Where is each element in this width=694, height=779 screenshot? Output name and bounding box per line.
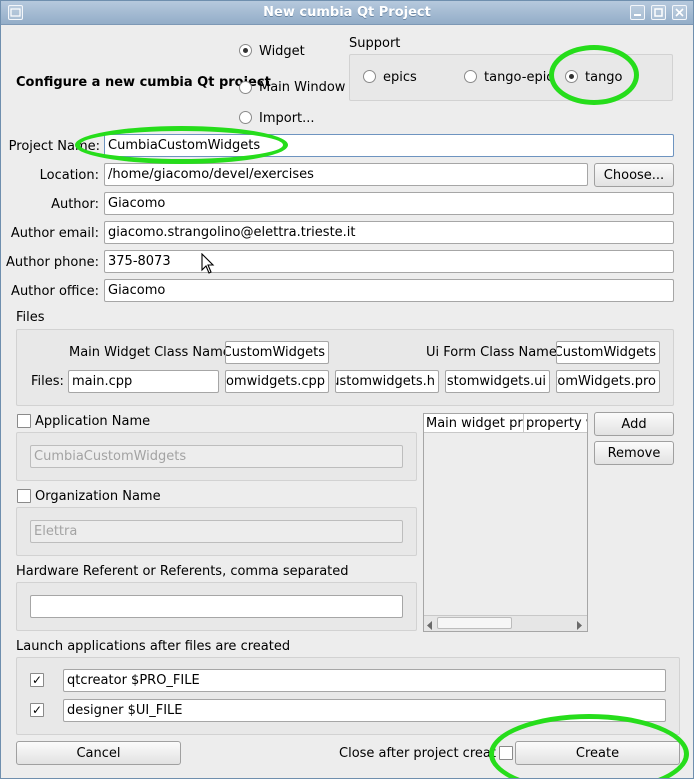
title-bar[interactable]: New cumbia Qt Project	[1, 1, 693, 25]
application-name-checkbox[interactable]	[17, 414, 31, 428]
launch-qtcreator-checkbox[interactable]: ✓	[30, 673, 44, 687]
annotation-ring-tango	[549, 45, 639, 105]
location-input[interactable]: /home/giacomo/devel/exercises	[104, 163, 588, 186]
file-cpp-input[interactable]: cumbiacustomwidgets.cpp	[225, 370, 329, 393]
author-phone-label: Author phone:	[6, 255, 99, 270]
import-radio-label[interactable]: Import...	[259, 111, 315, 126]
main-window-radio[interactable]	[239, 81, 252, 94]
scroll-left-icon[interactable]	[426, 619, 433, 634]
ui-form-class-label: Ui Form Class Name:	[426, 345, 562, 360]
hardware-input[interactable]	[30, 595, 403, 618]
choose-button[interactable]: Choose...	[594, 163, 674, 187]
main-widget-class-label: Main Widget Class Name:	[69, 345, 236, 360]
mouse-cursor-icon	[201, 252, 215, 279]
maximize-icon[interactable]	[651, 5, 666, 20]
table-header-property[interactable]: Main widget prop	[424, 414, 524, 433]
minimize-icon[interactable]	[630, 5, 645, 20]
widget-radio[interactable]	[239, 44, 252, 57]
close-icon[interactable]	[672, 5, 687, 20]
cancel-button[interactable]: Cancel	[16, 741, 181, 765]
author-phone-input[interactable]: 375-8073	[104, 250, 674, 273]
organization-name-input[interactable]: Elettra	[30, 520, 403, 543]
application-name-label[interactable]: Application Name	[35, 414, 150, 429]
widget-radio-label[interactable]: Widget	[259, 44, 305, 59]
scrollbar-thumb[interactable]	[437, 617, 512, 629]
support-title: Support	[349, 36, 401, 51]
window-title: New cumbia Qt Project	[263, 5, 431, 20]
author-office-label: Author office:	[11, 284, 99, 299]
ui-form-class-input[interactable]: CumbiaCustomWidgets	[556, 341, 660, 364]
epics-radio[interactable]	[363, 70, 376, 83]
tango-epics-radio-label[interactable]: tango-epics	[484, 70, 550, 85]
epics-radio-label[interactable]: epics	[383, 70, 417, 85]
file-h-input[interactable]: cumbiacustomwidgets.h	[335, 370, 439, 393]
author-email-input[interactable]: giacomo.strangolino@elettra.trieste.it	[104, 221, 674, 244]
main-window-radio-label[interactable]: Main Window	[259, 80, 345, 95]
author-label: Author:	[51, 197, 99, 212]
file-ui-input[interactable]: cumbiacustomwidgets.ui	[445, 370, 550, 393]
author-office-input[interactable]: Giacomo	[104, 279, 674, 302]
launch-designer-checkbox[interactable]: ✓	[30, 703, 44, 717]
tango-epics-radio[interactable]	[464, 70, 477, 83]
properties-table[interactable]: Main widget prop property va	[423, 413, 588, 632]
file-pro-input[interactable]: CumbiaCustomWidgets.pro	[556, 370, 660, 393]
application-name-input[interactable]: CumbiaCustomWidgets	[30, 445, 403, 468]
files-title: Files	[16, 310, 45, 325]
add-button[interactable]: Add	[594, 412, 674, 436]
main-widget-class-input[interactable]: CumbiaCustomWidgets	[225, 341, 329, 364]
author-input[interactable]: Giacomo	[104, 192, 674, 215]
files-label: Files:	[31, 374, 64, 389]
close-after-label[interactable]: Close after project creation	[339, 746, 496, 761]
launch-title: Launch applications after files are crea…	[16, 639, 291, 654]
remove-button[interactable]: Remove	[594, 441, 674, 465]
hardware-label: Hardware Referent or Referents, comma se…	[16, 564, 349, 579]
dialog-window: New cumbia Qt Project Configure a new cu…	[0, 0, 694, 779]
annotation-ring-project-name	[75, 126, 288, 164]
scroll-right-icon[interactable]	[576, 619, 583, 634]
author-email-label: Author email:	[10, 226, 99, 241]
file-main-cpp-input[interactable]: main.cpp	[68, 370, 219, 393]
configure-heading: Configure a new cumbia Qt project	[16, 75, 271, 90]
launch-qtcreator-input[interactable]: qtcreator $PRO_FILE	[63, 669, 666, 692]
table-header-value[interactable]: property va	[524, 414, 587, 433]
import-radio[interactable]	[239, 111, 252, 124]
organization-name-label[interactable]: Organization Name	[35, 489, 161, 504]
organization-name-checkbox[interactable]	[17, 489, 31, 503]
horizontal-scrollbar[interactable]	[424, 615, 587, 631]
location-label: Location:	[39, 168, 99, 183]
